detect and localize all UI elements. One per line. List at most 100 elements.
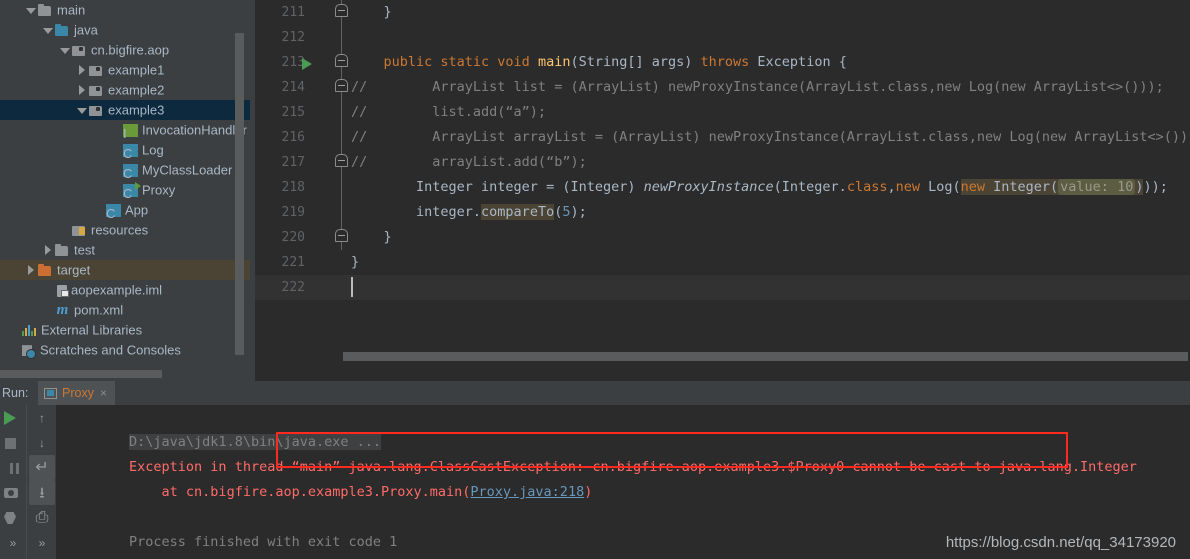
editor-line-text: Integer integer = (Integer) newProxyInst… <box>351 175 1168 200</box>
scroll-to-end-button[interactable]: ⭳ <box>29 480 55 505</box>
screenshot-button[interactable] <box>0 480 26 505</box>
tree-item-test[interactable]: test <box>0 240 250 260</box>
more-left-button[interactable]: » <box>0 530 26 555</box>
fold-collapse-icon[interactable] <box>335 229 348 242</box>
tree-item-myclassloader[interactable]: C MyClassLoader <box>0 160 250 181</box>
chevron-right-icon[interactable] <box>76 65 87 76</box>
line-gutter[interactable]: 217 <box>255 150 333 175</box>
code-token: // list.add(“a”); <box>351 104 547 120</box>
editor-line-list[interactable]: 211 } 212 213 public static void main(Stri… <box>255 0 1190 300</box>
editor-line-214[interactable]: 214 // ArrayList list = (ArrayList) newPr… <box>255 75 1190 100</box>
fold-column[interactable] <box>333 50 351 75</box>
tree-item-label: resources <box>91 222 149 238</box>
tree-item-aopexample-iml[interactable]: aopexample.iml <box>0 280 250 300</box>
tree-item-log[interactable]: C Log <box>0 140 250 161</box>
tree-item-app[interactable]: C App <box>0 200 250 221</box>
editor-line-217[interactable]: 217 // arrayList.add(“b”); <box>255 150 1190 175</box>
chevron-down-icon[interactable] <box>42 25 53 36</box>
tree-item-main[interactable]: main <box>0 0 250 20</box>
tree-item-example2[interactable]: example2 <box>0 80 250 100</box>
editor-line-221[interactable]: 221} <box>255 250 1190 275</box>
line-gutter[interactable]: 215 <box>255 100 333 125</box>
fold-column[interactable] <box>333 100 351 125</box>
line-gutter[interactable]: 214 <box>255 75 333 100</box>
line-gutter[interactable]: 220 <box>255 225 333 250</box>
fold-column[interactable] <box>333 275 351 300</box>
project-tree-list[interactable]: main java cn.bigfire.aop example1 example2 ex… <box>0 0 250 360</box>
code-editor[interactable]: 211 } 212 213 public static void main(Stri… <box>255 0 1190 381</box>
module-file-icon <box>57 284 69 297</box>
tree-item-external-libraries[interactable]: External Libraries <box>0 320 250 340</box>
editor-line-text: } <box>351 250 359 275</box>
tree-item-resources[interactable]: resources <box>0 220 250 240</box>
chevron-down-icon[interactable] <box>59 45 70 56</box>
code-token: ); <box>570 204 587 220</box>
fold-column[interactable] <box>333 175 351 200</box>
line-gutter[interactable]: 218 <box>255 175 333 200</box>
editor-line-222[interactable]: 222 <box>255 275 1190 300</box>
fold-column[interactable] <box>333 75 351 100</box>
tree-item-scratches-and-consoles[interactable]: Scratches and Consoles <box>0 340 250 360</box>
editor-horizontal-scrollbar[interactable] <box>343 352 1188 361</box>
line-gutter[interactable]: 212 <box>255 25 333 50</box>
console-line-stacktrace: at cn.bigfire.aop.example3.Proxy.main(Pr… <box>56 455 1190 500</box>
fold-column[interactable] <box>333 0 351 25</box>
line-gutter[interactable]: 213 <box>255 50 333 75</box>
editor-line-213[interactable]: 213 public static void main(String[] arg… <box>255 50 1190 75</box>
fold-column[interactable] <box>333 225 351 250</box>
tree-item-java[interactable]: java <box>0 20 250 40</box>
rerun-button[interactable] <box>0 405 26 430</box>
line-gutter[interactable]: 216 <box>255 125 333 150</box>
tree-item-pom-xml[interactable]: m pom.xml <box>0 300 250 320</box>
editor-line-211[interactable]: 211 } <box>255 0 1190 25</box>
tree-item-example3[interactable]: example3 <box>0 100 250 120</box>
fold-collapse-icon[interactable] <box>335 79 348 92</box>
tab-proxy[interactable]: Proxy × <box>38 381 115 405</box>
tree-item-cn-bigfire-aop[interactable]: cn.bigfire.aop <box>0 40 250 60</box>
fold-collapse-icon[interactable] <box>335 54 348 67</box>
editor-line-219[interactable]: 219 integer.compareTo(5); <box>255 200 1190 225</box>
fold-collapse-icon[interactable] <box>335 4 348 17</box>
chevron-right-icon[interactable] <box>42 245 53 256</box>
fold-column[interactable] <box>333 150 351 175</box>
line-gutter[interactable]: 211 <box>255 0 333 25</box>
stop-button[interactable] <box>0 430 26 455</box>
soft-wrap-button[interactable]: ↵ <box>29 455 55 480</box>
chevron-down-icon[interactable] <box>76 105 87 116</box>
line-gutter[interactable]: 219 <box>255 200 333 225</box>
editor-line-220[interactable]: 220 } <box>255 225 1190 250</box>
more-left-icon: » <box>9 535 17 550</box>
editor-line-212[interactable]: 212 <box>255 25 1190 50</box>
fold-column[interactable] <box>333 125 351 150</box>
chevron-down-icon[interactable] <box>25 5 36 16</box>
tree-item-target[interactable]: target <box>0 260 250 280</box>
run-gutter-icon[interactable] <box>302 58 312 70</box>
pause-button[interactable] <box>0 455 26 480</box>
more-mid-button[interactable]: » <box>29 530 55 555</box>
editor-line-216[interactable]: 216 // ArrayList arrayList = (ArrayList) … <box>255 125 1190 150</box>
fold-column[interactable] <box>333 250 351 275</box>
editor-line-215[interactable]: 215 // list.add(“a”); <box>255 100 1190 125</box>
line-gutter[interactable]: 221 <box>255 250 333 275</box>
fold-collapse-icon[interactable] <box>335 154 348 167</box>
text-caret <box>351 277 353 297</box>
project-tree-horizontal-scrollbar[interactable] <box>0 370 162 378</box>
chevron-right-icon[interactable] <box>25 265 36 276</box>
threaddump-button[interactable] <box>0 505 26 530</box>
tree-item-proxy[interactable]: C Proxy <box>0 180 250 201</box>
project-tree-panel[interactable]: main java cn.bigfire.aop example1 example2 ex… <box>0 0 250 381</box>
tree-item-invocationhandler[interactable]: I InvocationHandler <box>0 120 250 141</box>
project-tree-vertical-scrollbar[interactable] <box>235 33 244 355</box>
fold-column[interactable] <box>333 25 351 50</box>
chevron-right-icon[interactable] <box>76 85 87 96</box>
down-stacktrace-button[interactable]: ↓ <box>29 430 55 455</box>
up-stacktrace-button[interactable]: ↑ <box>29 405 55 430</box>
tree-item-example1[interactable]: example1 <box>0 60 250 80</box>
close-icon[interactable]: × <box>100 386 107 400</box>
fold-column[interactable] <box>333 200 351 225</box>
print-button[interactable]: ⎙ <box>29 505 55 530</box>
editor-line-218[interactable]: 218 Integer integer = (Integer) newProxy… <box>255 175 1190 200</box>
line-gutter[interactable]: 222 <box>255 275 333 300</box>
